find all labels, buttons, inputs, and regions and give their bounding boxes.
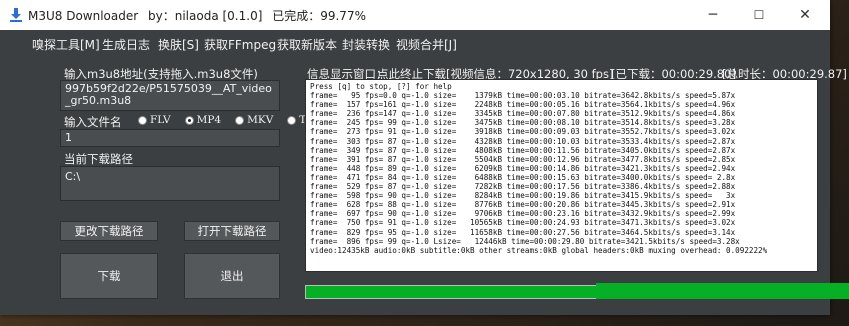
log-text: Press [q] to stop, [?] for help frame= 9… [310, 82, 768, 255]
menu-generate-log[interactable]: 生成日志 [102, 36, 150, 53]
menu-sniff-tool[interactable]: 嗅探工具[M] [32, 36, 100, 53]
menu-video-merge[interactable]: 视频合并[J] [396, 36, 457, 53]
log-console[interactable]: Press [q] to stop, [?] for help frame= 9… [305, 79, 818, 272]
app-window: M3U8 Downloader by：nilaoda [0.1.0] 已完成：9… [0, 0, 847, 315]
format-radio-group: FLV MP4 MKV TS [138, 114, 314, 126]
filename-label: 输入文件名 [64, 115, 122, 129]
window-title: M3U8 Downloader by：nilaoda [0.1.0] 已完成：9… [28, 7, 372, 24]
format-radio-mp4[interactable]: MP4 [184, 114, 222, 126]
open-path-button[interactable]: 打开下载路径 [184, 221, 280, 241]
menu-bar: 嗅探工具[M] 生成日志 换肤[S] 获取FFmpeg 获取新版本 封装转换 视… [0, 30, 830, 58]
format-label: MKV [247, 114, 274, 126]
radio-dot[interactable] [138, 115, 147, 125]
format-label: FLV [150, 114, 171, 126]
title-bar: M3U8 Downloader by：nilaoda [0.1.0] 已完成：9… [0, 0, 830, 30]
taskbar-progress-strip [596, 283, 849, 299]
download-app-icon [10, 8, 22, 22]
download-path-label: 当前下载路径 [64, 152, 133, 166]
radio-dot[interactable] [235, 115, 245, 125]
exit-button[interactable]: 退出 [184, 253, 280, 299]
menu-get-ffmpeg[interactable]: 获取FFmpeg [204, 36, 276, 53]
radio-dot[interactable] [287, 115, 297, 125]
app-name: M3U8 Downloader [28, 9, 139, 23]
download-path-field[interactable]: C:\ [60, 166, 280, 201]
format-label: MP4 [196, 114, 222, 126]
radio-dot-selected[interactable] [184, 115, 194, 125]
author-version: by：nilaoda [0.1.0] [148, 9, 263, 23]
format-radio-flv[interactable]: FLV [138, 114, 171, 126]
menu-get-new-version[interactable]: 获取新版本 [277, 36, 337, 53]
filename-input[interactable]: 1 [60, 129, 280, 147]
maximize-button[interactable]: ☐ [736, 0, 782, 30]
close-button[interactable]: ✕ [782, 0, 828, 30]
url-input[interactable]: 997b59f2d22e/P51575039__AT_video_gr50.m3… [60, 80, 280, 111]
menu-container-convert[interactable]: 封装转换 [342, 36, 390, 53]
change-path-button[interactable]: 更改下载路径 [60, 221, 158, 241]
minimize-button[interactable]: ─ [690, 0, 736, 30]
format-radio-mkv[interactable]: MKV [235, 114, 273, 126]
download-button[interactable]: 下载 [60, 253, 158, 299]
completion-status: 已完成：99.77% [272, 9, 366, 23]
menu-change-skin[interactable]: 换肤[S] [158, 36, 199, 53]
